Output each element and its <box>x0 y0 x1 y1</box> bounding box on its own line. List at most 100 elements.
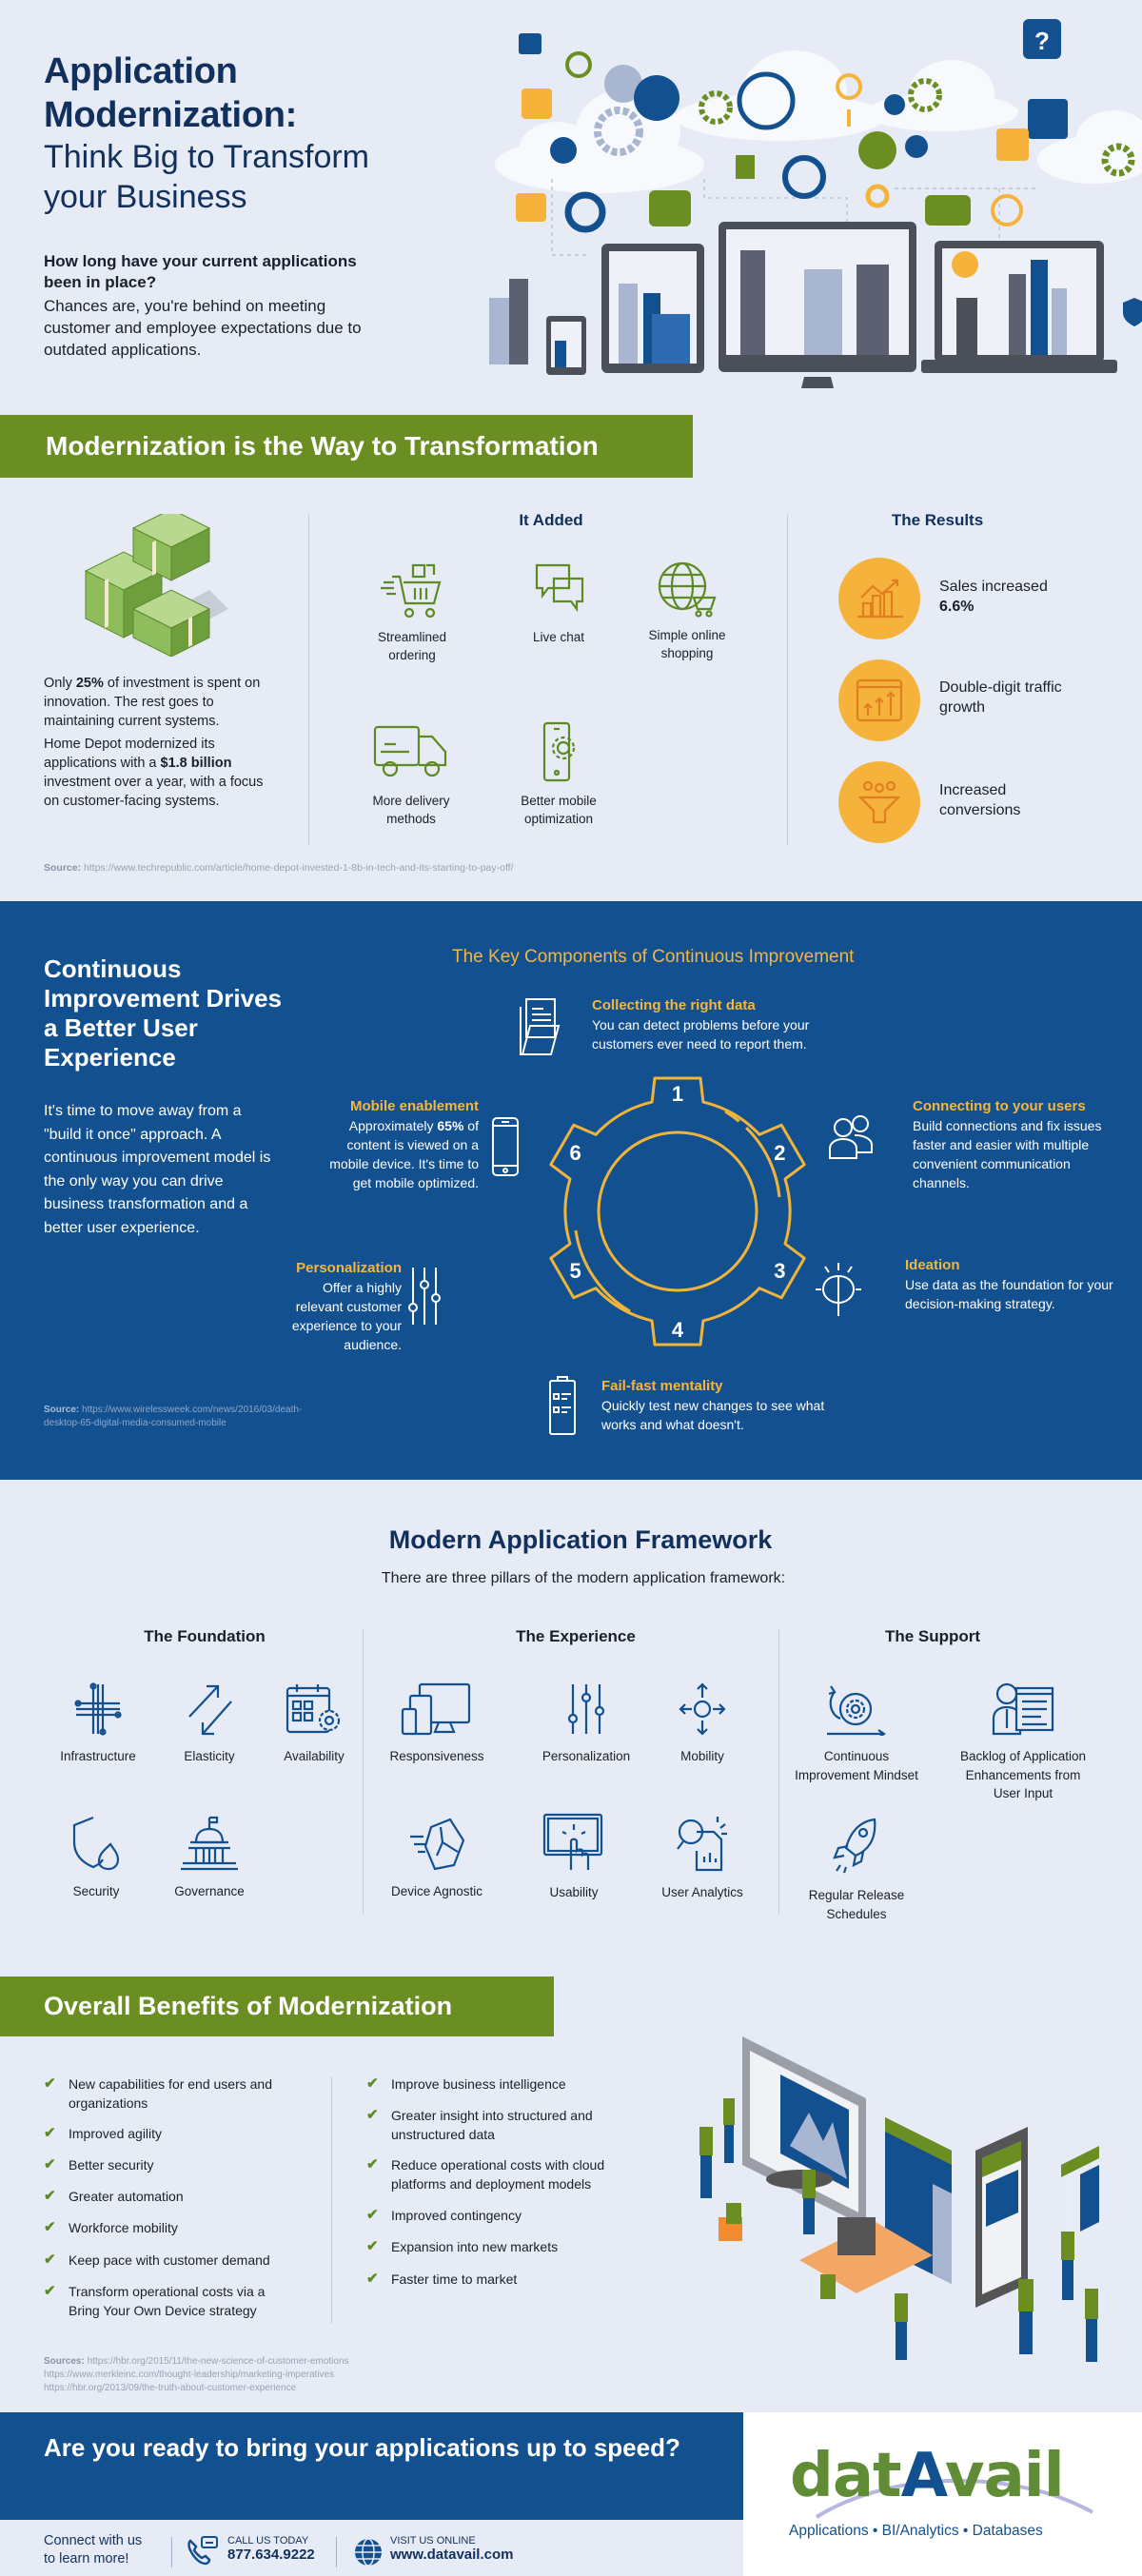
hero-subtitle-line: Think Big to Transform <box>44 139 370 175</box>
svg-text:?: ? <box>1034 27 1050 55</box>
checkmark-icon: ✔ <box>44 2283 56 2299</box>
sliders-icon <box>567 1684 605 1734</box>
benefit-item: ✔ Better security <box>44 2156 154 2173</box>
laptop-device <box>921 241 1117 373</box>
gear-step-number: 4 <box>672 1318 684 1342</box>
shield-check-icon <box>1123 298 1142 326</box>
gear-inner-ring <box>597 1131 758 1292</box>
desktop-monitor <box>719 222 916 388</box>
checkmark-icon: ✔ <box>44 2188 56 2204</box>
connect-text: Connect with us to learn more! <box>44 2533 143 2566</box>
phone-number[interactable]: 877.634.9222 <box>227 2547 315 2563</box>
source-citation: Source: https://www.wirelessweek.com/new… <box>44 1405 303 1428</box>
funnel-icon <box>838 761 920 843</box>
added-item: Better mobile optimization <box>502 721 616 828</box>
tech-city-illustration: ? <box>489 19 1142 388</box>
password-bubble-icon <box>925 195 971 226</box>
smartphone-icon <box>492 1117 519 1176</box>
framework-item-label: Personalization <box>541 1749 631 1763</box>
bar-chart-icon <box>996 128 1029 161</box>
datavail-logo[interactable]: datAvail <box>790 2441 1065 2511</box>
message-icon <box>516 193 546 222</box>
touch-screen-icon <box>542 1813 603 1870</box>
cycle-gear-icon <box>827 1685 886 1736</box>
circuit-icon <box>74 1682 122 1736</box>
mobile-gear-icon <box>542 721 576 782</box>
benefit-item: ✔ Reduce operational costs with cloud pla… <box>366 2156 605 2192</box>
delivery-truck-icon <box>373 725 447 777</box>
column-divider <box>363 1629 364 1915</box>
framework-item: Backlog of Application Enhancements from… <box>952 1682 1094 1803</box>
added-item-label: Streamlined ordering <box>377 630 447 662</box>
gear-icon <box>884 94 905 115</box>
added-item: Simple online shopping <box>630 560 744 662</box>
elastic-arrows-icon <box>188 1684 232 1736</box>
camera-bubble-icon <box>858 131 896 169</box>
chat-bubble-icon <box>519 33 541 54</box>
added-item-label: More delivery methods <box>372 794 450 826</box>
checkmark-icon: ✔ <box>366 2075 379 2092</box>
framework-item: Device Agnostic <box>375 1816 499 1901</box>
hero-subtitle: Think Big to Transform your Business <box>44 137 369 217</box>
calendar-gear-icon <box>286 1684 341 1734</box>
checkmark-icon: ✔ <box>366 2271 379 2287</box>
gear-step-number: 1 <box>672 1082 683 1106</box>
phone-device <box>546 316 586 375</box>
framework-item: Mobility <box>640 1682 764 1766</box>
location-pin-icon <box>564 191 606 233</box>
framework-item: Regular Release Schedules <box>795 1818 918 1923</box>
checkmark-icon: ✔ <box>44 2125 56 2141</box>
globe-icon <box>355 2538 382 2566</box>
framework-item-label: Availability <box>284 1749 345 1763</box>
brand-tagline: Applications • BI/Analytics • Databases <box>789 2523 1043 2539</box>
component-collecting-data: Collecting the right data You can detect… <box>592 997 810 1052</box>
source-link[interactable]: https://www.merkleinc.com/thought-leader… <box>44 2369 349 2382</box>
column-divider <box>331 2076 332 2324</box>
framework-item-label: Security <box>72 1884 120 1898</box>
benefit-item: ✔ Keep pace with customer demand <box>44 2252 270 2268</box>
framework-item: Continuous Improvement Mindset <box>795 1682 918 1784</box>
footer-divider <box>336 2537 337 2567</box>
benefit-item: ✔ Improved contingency <box>366 2207 522 2223</box>
settings-icon <box>865 184 890 208</box>
added-item: More delivery methods <box>354 723 468 828</box>
hero-title: Application Modernization: <box>44 49 297 137</box>
move-arrows-icon <box>679 1682 726 1736</box>
column-divider <box>778 1629 779 1915</box>
upload-stack-icon <box>550 137 577 164</box>
component-fail-fast: Fail-fast mentality Quickly test new cha… <box>601 1378 825 1432</box>
source-link[interactable]: https://hbr.org/2015/11/the-new-science-… <box>88 2356 349 2367</box>
framework-item-label: User Analytics <box>661 1885 743 1899</box>
key-components-title: The Key Components of Continuous Improve… <box>452 947 855 967</box>
source-link[interactable]: https://www.wirelessweek.com/news/2016/0… <box>44 1405 302 1428</box>
clipboard-checklist-icon <box>549 1376 576 1435</box>
result-sales: Sales increased 6.6% <box>939 579 1048 615</box>
benefit-item: ✔ Greater automation <box>44 2188 184 2204</box>
framework-item-label: Usability <box>549 1885 599 1899</box>
sliders-icon <box>408 1268 441 1325</box>
forward-icon <box>522 88 552 119</box>
website-link[interactable]: www.datavail.com <box>390 2547 514 2563</box>
stat-highlight: $1.8 billion <box>160 756 232 771</box>
visit-us-block: VISIT US ONLINE www.datavail.com <box>390 2535 514 2563</box>
sources-citation: Sources: https://hbr.org/2015/11/the-new… <box>44 2356 349 2395</box>
call-us-block: CALL US TODAY 877.634.9222 <box>227 2535 315 2563</box>
source-link[interactable]: https://www.techrepublic.com/article/hom… <box>84 862 514 874</box>
pillar-foundation-heading: The Foundation <box>144 1627 266 1645</box>
added-item-label: Simple online shopping <box>648 628 726 660</box>
framework-item-label: Infrastructure <box>60 1749 136 1763</box>
gear-step-number: 3 <box>774 1259 785 1283</box>
growth-chart-icon <box>838 558 920 639</box>
percent-icon <box>905 135 928 158</box>
framework-item-label: Continuous Improvement Mindset <box>795 1749 918 1782</box>
results-heading: The Results <box>891 511 984 529</box>
folder-documents-icon <box>520 998 561 1055</box>
framework-item-label: Device Agnostic <box>390 1884 483 1898</box>
traffic-arrows-icon <box>838 659 920 741</box>
benefit-item: ✔ New capabilities for end users and orga… <box>44 2075 273 2111</box>
pillar-experience-heading: The Experience <box>516 1627 636 1645</box>
benefit-item: ✔ Improved agility <box>44 2125 163 2141</box>
gear-step-number: 2 <box>774 1141 785 1165</box>
chat-bubble-icon <box>634 75 679 121</box>
source-link[interactable]: https://hbr.org/2013/09/the-truth-about-… <box>44 2382 349 2395</box>
